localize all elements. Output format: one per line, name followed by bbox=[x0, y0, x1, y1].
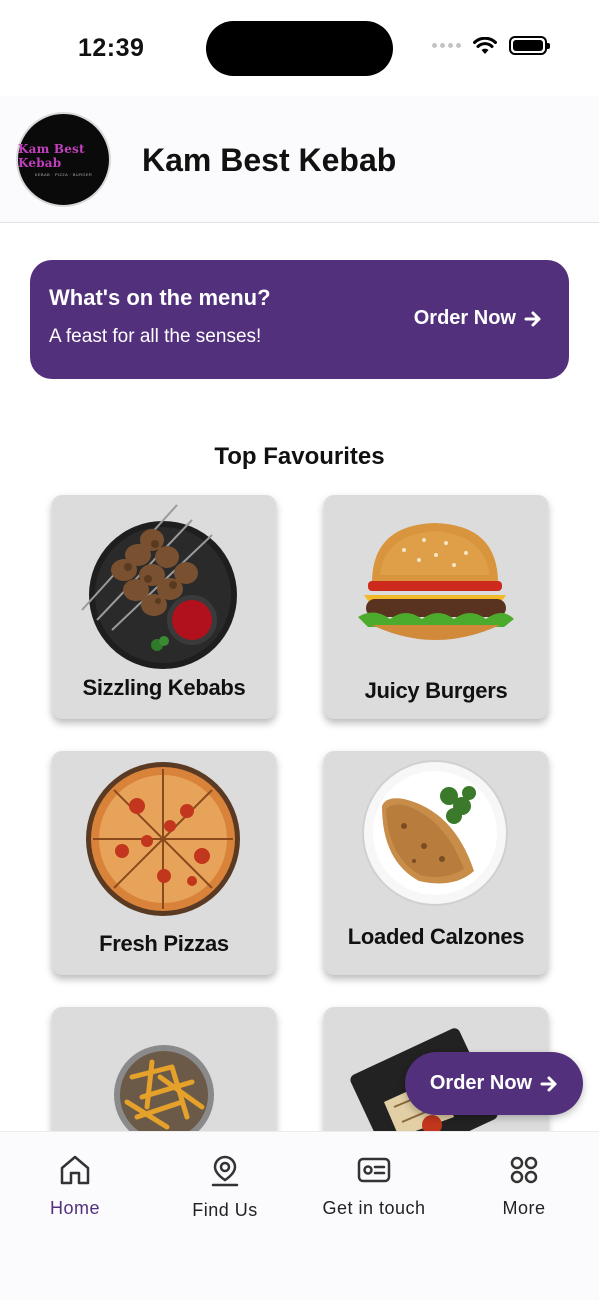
banner-cta-label: Order Now bbox=[413, 307, 516, 329]
banner-title: What's on the menu? bbox=[49, 285, 271, 310]
banner-subtitle: A feast for all the senses! bbox=[49, 326, 262, 347]
card-label: Fresh Pizzas bbox=[99, 931, 229, 956]
tab-find-us[interactable]: Find Us bbox=[150, 1154, 300, 1221]
grid-icon bbox=[510, 1156, 538, 1184]
card-label: Loaded Calzones bbox=[347, 924, 525, 949]
arrow-right-icon bbox=[540, 1076, 557, 1091]
menu-banner[interactable]: What's on the menu? A feast for all the … bbox=[30, 260, 569, 379]
bottom-tab-bar: Home Find Us Get in touch More bbox=[0, 1131, 599, 1300]
fab-label: Order Now bbox=[429, 1072, 533, 1094]
status-time: 12:39 bbox=[78, 34, 145, 62]
dynamic-island bbox=[206, 21, 393, 76]
pizza-image bbox=[86, 762, 240, 916]
logo-subtext: KEBAB · PIZZA · BURGER bbox=[34, 172, 93, 177]
tab-label: Find Us bbox=[192, 1200, 258, 1220]
card-label: Sizzling Kebabs bbox=[82, 675, 246, 700]
card-label: Juicy Burgers bbox=[364, 678, 508, 703]
wifi-icon bbox=[473, 36, 497, 54]
status-icons bbox=[432, 36, 550, 55]
favourite-card-calzones[interactable]: Loaded Calzones bbox=[324, 751, 548, 975]
floating-order-now-button[interactable]: Order Now bbox=[405, 1052, 583, 1115]
brand-logo[interactable]: Kam Best Kebab KEBAB · PIZZA · BURGER bbox=[16, 112, 111, 207]
status-bar: 12:39 bbox=[0, 0, 599, 96]
favourite-card-burgers[interactable]: Juicy Burgers bbox=[324, 495, 548, 719]
tab-more[interactable]: More bbox=[449, 1154, 599, 1219]
logo-text: Kam Best Kebab bbox=[18, 142, 85, 170]
favourite-card-pizzas[interactable]: Fresh Pizzas bbox=[52, 751, 276, 975]
page-title: Kam Best Kebab bbox=[142, 142, 397, 178]
tab-get-in-touch[interactable]: Get in touch bbox=[299, 1154, 449, 1219]
tab-label: Home bbox=[49, 1198, 100, 1218]
battery-icon bbox=[509, 36, 550, 55]
tab-label: More bbox=[502, 1198, 546, 1218]
burger-image bbox=[358, 523, 514, 640]
contact-card-icon bbox=[357, 1157, 391, 1183]
kebab-image bbox=[81, 504, 237, 669]
app-header: Kam Best Kebab KEBAB · PIZZA · BURGER Ka… bbox=[0, 96, 599, 223]
tab-home[interactable]: Home bbox=[0, 1154, 150, 1219]
banner-order-now-button[interactable]: Order Now bbox=[414, 307, 542, 330]
favourite-card-kebabs[interactable]: Sizzling Kebabs bbox=[52, 495, 276, 719]
calzone-image bbox=[362, 760, 508, 906]
home-icon bbox=[60, 1155, 90, 1185]
signal-icon bbox=[432, 43, 461, 48]
tab-label: Get in touch bbox=[322, 1198, 426, 1218]
location-pin-icon bbox=[211, 1155, 239, 1187]
section-title: Top Favourites bbox=[214, 443, 385, 470]
arrow-right-icon bbox=[524, 311, 541, 326]
